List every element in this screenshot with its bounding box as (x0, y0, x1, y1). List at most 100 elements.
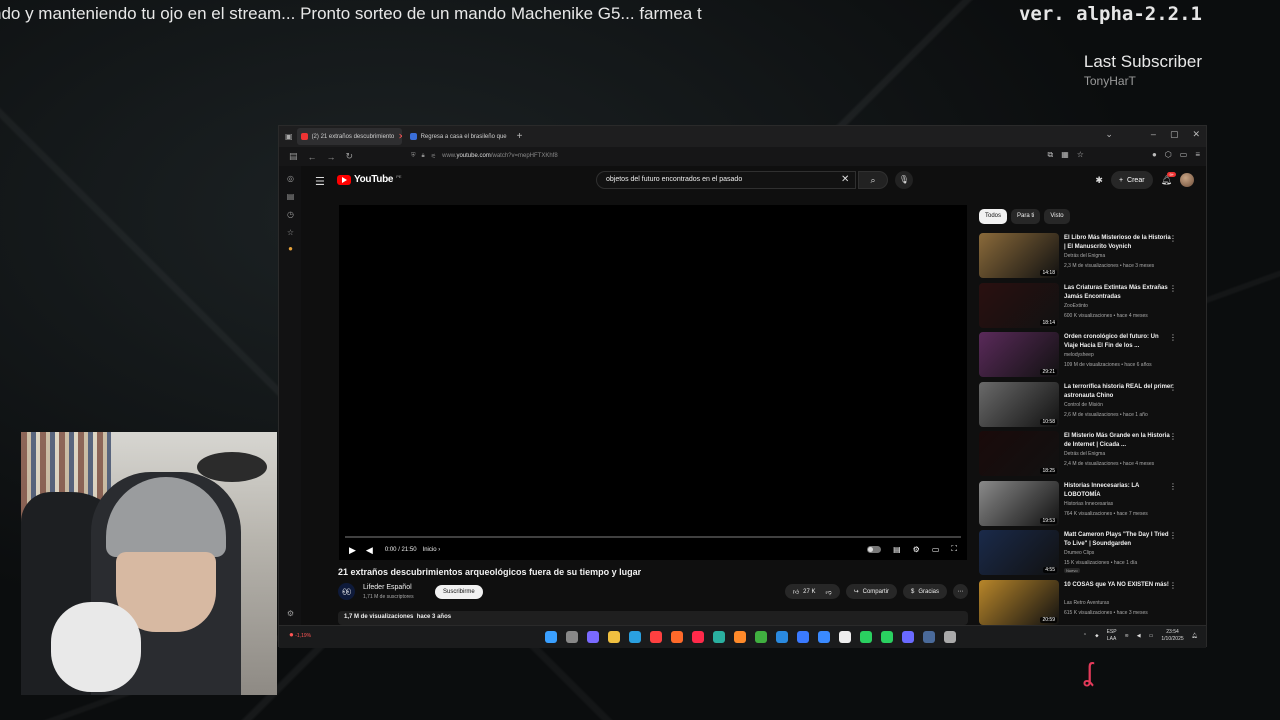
more-options-icon[interactable]: ⋮ (1169, 531, 1177, 540)
opera-gx-icon[interactable] (692, 631, 704, 643)
video-thumbnail[interactable]: 14:18 (979, 233, 1059, 278)
wallet-icon[interactable]: ▤ (286, 192, 295, 201)
site-settings-icon[interactable]: ⚟ (431, 153, 436, 160)
maximize-icon[interactable]: ▢ (1170, 129, 1179, 140)
chip-for-you[interactable]: Para ti (1011, 209, 1041, 224)
spotify-icon[interactable] (860, 631, 872, 643)
chip-watched[interactable]: Visto (1044, 209, 1070, 224)
tab-youtube[interactable]: (2) 21 extraños descubrimiento ✕ (296, 128, 402, 145)
recommendation-title[interactable]: Las Criaturas Extintas Más Extrañas Jamá… (1064, 284, 1174, 302)
recommendation-item[interactable]: 10:58 La terrorífica historia REAL del pr… (979, 381, 1189, 428)
battery-icon[interactable]: ▭ (1149, 633, 1154, 639)
todo-icon[interactable] (797, 631, 809, 643)
close-window-icon[interactable]: ✕ (1192, 129, 1200, 140)
video-thumbnail[interactable]: 29:21 (979, 332, 1059, 377)
notifications-bell-icon[interactable]: 🔔︎ 9+ (1161, 171, 1176, 186)
progress-bar[interactable] (345, 536, 961, 538)
brave-icon[interactable] (671, 631, 683, 643)
more-options-icon[interactable]: ⋮ (1169, 581, 1177, 590)
recommendation-item[interactable]: 18:14 Las Criaturas Extintas Más Extrañas… (979, 282, 1189, 329)
subtitles-icon[interactable]: ▤ (893, 545, 901, 554)
recommendation-item[interactable]: 14:18 El Libro Más Misterioso de la Histo… (979, 233, 1189, 279)
telegram-icon[interactable] (629, 631, 641, 643)
messenger-icon[interactable] (818, 631, 830, 643)
theater-mode-icon[interactable]: ▭ (932, 545, 940, 554)
messenger-icon[interactable]: ◎ (286, 174, 295, 183)
more-actions-button[interactable]: ⋯ (953, 584, 968, 599)
menu-icon[interactable]: ≡ (1195, 150, 1200, 160)
channel-name[interactable]: Lifeder Español (363, 584, 412, 591)
tab-news[interactable]: Regresa a casa el brasileño que ✕ (406, 128, 511, 145)
recommendation-title[interactable]: Historias Innecesarias: LA LOBOTOMÍA (1064, 482, 1174, 500)
recommendation-item[interactable]: 19:53 Historias Innecesarias: LA LOBOTOMÍ… (979, 480, 1189, 527)
recommendation-title[interactable]: Orden cronológico del futuro: Un Viaje H… (1064, 333, 1174, 351)
subscribe-button[interactable]: Suscribirme (435, 585, 483, 599)
recommendation-channel[interactable]: melodysheep (1064, 352, 1094, 358)
file-explorer-icon[interactable] (608, 631, 620, 643)
settings-gear-icon[interactable]: ⚙ (286, 609, 295, 618)
tray-chevron-icon[interactable]: ⌃ (1083, 633, 1087, 639)
recommendation-item[interactable]: 20:59 10 COSAS que YA NO EXISTEN más! Las … (979, 579, 1189, 626)
chrome-icon[interactable] (755, 631, 767, 643)
recommendation-title[interactable]: El Misterio Más Grande en la Historia de… (1064, 432, 1174, 450)
history-icon[interactable]: ◷ (286, 210, 295, 219)
whatsapp-icon[interactable] (881, 631, 893, 643)
recommendation-item[interactable]: 4:55 Matt Cameron Plays "The Day I Tried … (979, 530, 1189, 576)
copilot-icon[interactable] (587, 631, 599, 643)
video-thumbnail[interactable]: 20:59 (979, 579, 1059, 625)
tiktok-icon[interactable] (839, 631, 851, 643)
extension-puzzle-icon[interactable]: ✱ (1095, 175, 1103, 186)
tab-list-chevron-icon[interactable]: ⌄ (1105, 129, 1113, 140)
thanks-button[interactable]: $ Gracias (902, 584, 947, 599)
reload-icon[interactable]: ↻ (346, 151, 354, 162)
weather-widget[interactable]: ● -1,19% (289, 630, 311, 639)
clock[interactable]: 23:54 1/10/2025 (1161, 629, 1183, 643)
notification-center-icon[interactable]: 🔔︎ (1192, 633, 1198, 639)
sidebar-toggle-icon[interactable]: ▤ (289, 151, 298, 162)
more-options-icon[interactable]: ⋮ (1169, 383, 1177, 392)
voice-search-icon[interactable]: 🎙︎ (895, 171, 913, 189)
play-icon[interactable]: ▶ (349, 545, 356, 556)
recommendation-title[interactable]: El Libro Más Misterioso de la Historia |… (1064, 234, 1174, 252)
forward-icon[interactable]: → (327, 152, 336, 162)
recommendation-item[interactable]: 29:21 Orden cronológico del futuro: Un Vi… (979, 332, 1189, 378)
video-thumbnail[interactable]: 10:58 (979, 381, 1059, 427)
reader-icon[interactable]: ▦ (1061, 150, 1069, 160)
screenshot-icon[interactable]: ⧉ (1047, 150, 1053, 160)
search-button[interactable]: ⌕ (858, 171, 888, 189)
recommendation-channel[interactable]: Las Retro Aventuras (1064, 600, 1109, 606)
vpn-icon[interactable]: ● (1152, 150, 1157, 160)
minimize-icon[interactable]: – (1151, 129, 1156, 140)
discord-icon[interactable] (902, 631, 914, 643)
clear-search-icon[interactable]: ✕ (841, 174, 849, 185)
create-button[interactable]: + Crear (1110, 171, 1153, 189)
chapter-label[interactable]: Inicio › (423, 547, 441, 553)
favorites-icon[interactable]: ☆ (286, 228, 295, 237)
obs-icon[interactable] (944, 631, 956, 643)
hamburger-menu-icon[interactable]: ☰ (315, 175, 325, 188)
more-options-icon[interactable]: ⋮ (1169, 432, 1177, 441)
wifi-icon[interactable]: ≋ (1125, 633, 1129, 639)
windows-start-icon[interactable] (545, 631, 557, 643)
new-tab-icon[interactable]: + (517, 131, 523, 142)
recommendation-title[interactable]: Matt Cameron Plays "The Day I Tried To L… (1064, 531, 1174, 549)
chip-all[interactable]: Todos (979, 209, 1008, 224)
recommendation-channel[interactable]: Detrás del Enigma (1064, 253, 1105, 259)
speaker-icon[interactable]: ◀ (1137, 633, 1141, 639)
vscode-icon[interactable] (776, 631, 788, 643)
video-thumbnail[interactable]: 18:25 (979, 431, 1059, 476)
video-player[interactable]: ▶ ◀ 0:00 / 21:50 Inicio › ▤ ⚙ ▭ ⛶ (339, 205, 967, 560)
recommendation-title[interactable]: 10 COSAS que YA NO EXISTEN más! (1064, 581, 1174, 590)
recommendation-channel[interactable]: Detrás del Enigma (1064, 451, 1105, 457)
bookmark-star-icon[interactable]: ☆ (1077, 150, 1084, 160)
recommendation-channel[interactable]: Control de Misión (1064, 402, 1103, 408)
video-thumbnail[interactable]: 19:53 (979, 480, 1059, 526)
more-options-icon[interactable]: ⋮ (1169, 482, 1177, 491)
language-indicator[interactable]: ESP LAA (1107, 629, 1117, 643)
like-button[interactable]: 👍︎ 27 K 👎︎ (784, 584, 840, 599)
autoplay-toggle[interactable] (867, 545, 882, 553)
recommendation-channel[interactable]: ZooExtinto (1064, 303, 1088, 309)
firefox-icon[interactable] (734, 631, 746, 643)
opera-icon[interactable] (650, 631, 662, 643)
recommendation-channel[interactable]: Drumeo Clips (1064, 550, 1094, 556)
